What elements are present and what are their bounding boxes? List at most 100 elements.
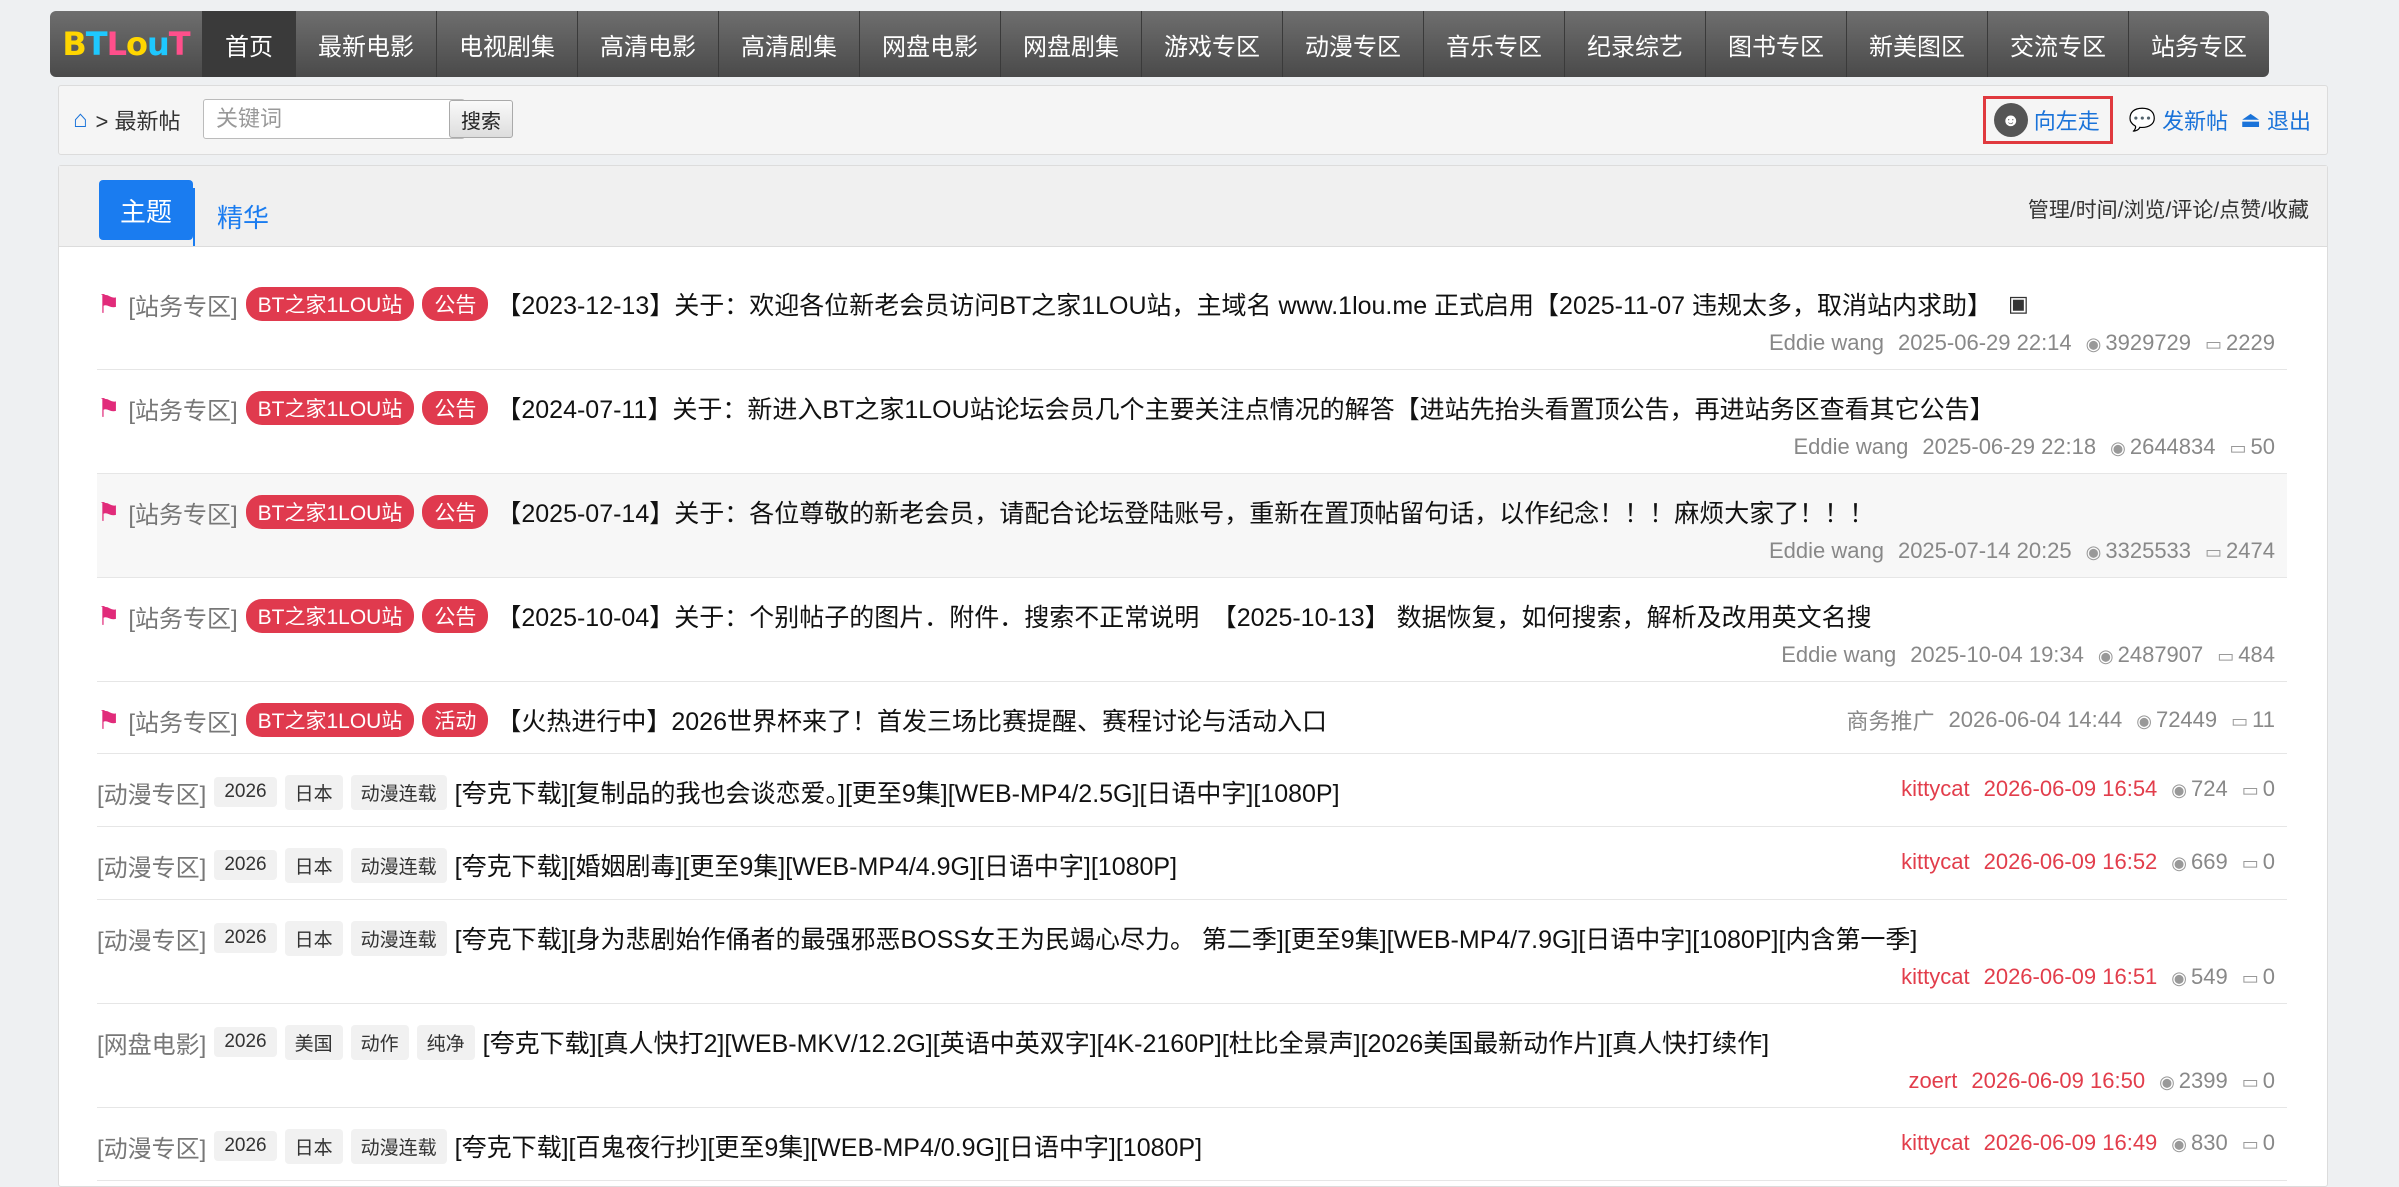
tabs-bar: 主题 精华 管理/时间/浏览/评论/点赞/收藏 — [59, 166, 2327, 247]
thread-title[interactable]: [夸克下载][复制品的我也会谈恋爱。][更至9集][WEB-MP4/2.5G][… — [455, 774, 1340, 810]
author[interactable]: Eddie wang — [1769, 538, 1884, 564]
thread-title[interactable]: [夸克下载][真人快打2][WEB-MKV/12.2G][英语中英双字][4K-… — [483, 1024, 1769, 1060]
flag-icon: ⚑ — [97, 704, 121, 735]
table-row[interactable]: ⚑ [站务专区] BT之家1LOU站 公告 【2025-07-14】关于：各位尊… — [97, 474, 2287, 578]
type-pill: 活动 — [422, 703, 489, 737]
type-pill: 公告 — [422, 599, 489, 633]
thread-meta: kittycat 2026-06-09 16:51 ◉ 549 ▭ 0 — [1901, 964, 2275, 990]
search-input[interactable] — [203, 99, 465, 139]
logout-link[interactable]: ⏏ 退出 — [2240, 104, 2311, 136]
author[interactable]: kittycat — [1901, 964, 1969, 990]
category-tag[interactable]: 动作 — [350, 1024, 409, 1060]
comment-icon: ▭ — [2241, 1134, 2259, 1154]
table-row[interactable]: [动漫专区] 2026 日本 动漫连载 [夸克下载][婚姻剧毒][更至9集][W… — [97, 827, 2287, 900]
eye-icon: ◉ — [2136, 711, 2152, 731]
new-post-link[interactable]: 💬 发新帖 — [2129, 104, 2228, 136]
category-tag[interactable]: 动漫连载 — [350, 1128, 447, 1164]
nav-anime[interactable]: 动漫专区 — [1282, 11, 1423, 77]
forum-label[interactable]: [网盘电影] — [97, 1025, 206, 1060]
category-tag[interactable]: 动漫连载 — [350, 774, 447, 810]
go-left-link[interactable]: ☻ 向左走 — [1982, 96, 2113, 144]
author[interactable]: Eddie wang — [1781, 642, 1896, 668]
nav-cloud-series[interactable]: 网盘剧集 — [1000, 11, 1141, 77]
thread-title[interactable]: 【2025-07-14】关于：各位尊敬的新老会员，请配合论坛登陆账号，重新在置顶… — [496, 494, 1874, 530]
author[interactable]: zoert — [1908, 1068, 1957, 1094]
nav-documentary[interactable]: 纪录综艺 — [1564, 11, 1705, 77]
nav-hd-series[interactable]: 高清剧集 — [718, 11, 859, 77]
tab-featured[interactable]: 精华 — [217, 198, 269, 235]
table-row[interactable]: ⚑ [站务专区] BT之家1LOU站 活动 【火热进行中】2026世界杯来了！首… — [97, 682, 2287, 754]
author[interactable]: 商务推广 — [1847, 704, 1935, 736]
nav-exchange[interactable]: 交流专区 — [1987, 11, 2128, 77]
table-row[interactable]: [动漫专区] 2026 日本 动漫连载 [夸克下载][身为悲剧始作俑者的最强邪恶… — [97, 900, 2287, 1004]
home-icon[interactable]: ⌂ — [73, 106, 88, 134]
region-tag[interactable]: 美国 — [284, 1024, 343, 1060]
region-tag[interactable]: 日本 — [284, 1128, 343, 1164]
forum-label[interactable]: [站务专区] — [128, 599, 237, 634]
year-tag[interactable]: 2026 — [214, 777, 277, 807]
year-tag[interactable]: 2026 — [214, 1131, 277, 1161]
nav-images[interactable]: 新美图区 — [1846, 11, 1987, 77]
thread-meta: Eddie wang 2025-07-14 20:25 ◉ 3325533 ▭ 24… — [1769, 538, 2275, 564]
forum-label[interactable]: [动漫专区] — [97, 1129, 206, 1164]
search-button[interactable]: 搜索 — [449, 100, 513, 138]
author[interactable]: Eddie wang — [1769, 330, 1884, 356]
region-tag[interactable]: 日本 — [284, 920, 343, 956]
thread-meta: kittycat 2026-06-09 16:49 ◉ 830 ▭ 0 — [1901, 1130, 2275, 1156]
author[interactable]: Eddie wang — [1793, 434, 1908, 460]
table-row[interactable]: [动漫专区] 2026 日本 动漫连载 [夸克下载][复制品的我也会谈恋爱。][… — [97, 754, 2287, 827]
tab-topics[interactable]: 主题 — [99, 180, 193, 240]
region-tag[interactable]: 日本 — [284, 774, 343, 810]
nav-books[interactable]: 图书专区 — [1705, 11, 1846, 77]
reply-count: 50 — [2250, 434, 2275, 459]
table-row[interactable]: [网盘电影] 2026 美国 动作 纯净 [夸克下载][真人快打2][WEB-M… — [97, 1004, 2287, 1108]
forum-label[interactable]: [动漫专区] — [97, 775, 206, 810]
quality-tag[interactable]: 纯净 — [416, 1024, 475, 1060]
toolbar-links: ☻ 向左走 💬 发新帖 ⏏ 退出 — [1982, 86, 2311, 154]
forum-label[interactable]: [动漫专区] — [97, 921, 206, 956]
table-row[interactable]: ⚑ [站务专区] BT之家1LOU站 公告 【2024-07-11】关于：新进入… — [97, 370, 2287, 474]
nav-latest-movies[interactable]: 最新电影 — [295, 11, 436, 77]
forum-label[interactable]: [站务专区] — [128, 391, 237, 426]
view-count: 549 — [2191, 964, 2228, 989]
site-logo[interactable]: BTLouT — [50, 11, 202, 77]
nav-cloud-movies[interactable]: 网盘电影 — [859, 11, 1000, 77]
thread-title[interactable]: [夸克下载][身为悲剧始作俑者的最强邪恶BOSS女王为民竭心尽力。 第二季][更… — [455, 920, 1918, 956]
thread-title[interactable]: 【2023-12-13】关于：欢迎各位新老会员访问BT之家1LOU站，主域名 w… — [496, 286, 1992, 322]
category-tag[interactable]: 动漫连载 — [350, 847, 447, 883]
table-row[interactable]: [动漫专区] 2026 日本 动漫连载 [夸克下载][百鬼夜行抄][更至9集][… — [97, 1108, 2287, 1181]
table-row[interactable]: ⚑ [站务专区] BT之家1LOU站 公告 【2023-12-13】关于：欢迎各… — [97, 266, 2287, 370]
eye-icon: ◉ — [2171, 780, 2188, 800]
nav-tv-series[interactable]: 电视剧集 — [436, 11, 577, 77]
category-tag[interactable]: 动漫连载 — [350, 920, 447, 956]
year-tag[interactable]: 2026 — [214, 850, 277, 880]
author[interactable]: kittycat — [1901, 849, 1969, 875]
flag-icon: ⚑ — [97, 288, 121, 319]
thread-title[interactable]: 【火热进行中】2026世界杯来了！首发三场比赛提醒、赛程讨论与活动入口 — [496, 702, 1327, 738]
forum-label[interactable]: [站务专区] — [128, 703, 237, 738]
region-tag[interactable]: 日本 — [284, 847, 343, 883]
nav-music[interactable]: 音乐专区 — [1423, 11, 1564, 77]
forum-label[interactable]: [站务专区] — [128, 495, 237, 530]
sort-links[interactable]: 管理/时间/浏览/评论/点赞/收藏 — [2028, 194, 2309, 224]
author[interactable]: kittycat — [1901, 776, 1969, 802]
year-tag[interactable]: 2026 — [214, 1027, 277, 1057]
thread-title[interactable]: 【2024-07-11】关于：新进入BT之家1LOU站论坛会员几个主要关注点情况… — [496, 390, 1994, 426]
thread-title[interactable]: 【2025-10-04】关于：个别帖子的图片．附件．搜索不正常说明 【2025-… — [496, 598, 1871, 634]
nav-site-affairs[interactable]: 站务专区 — [2128, 11, 2269, 77]
nav-home[interactable]: 首页 — [202, 11, 295, 77]
forum-label[interactable]: [站务专区] — [128, 287, 237, 322]
thread-title[interactable]: [夸克下载][百鬼夜行抄][更至9集][WEB-MP4/0.9G][日语中字][… — [455, 1128, 1202, 1164]
year-tag[interactable]: 2026 — [214, 923, 277, 953]
view-count: 724 — [2191, 776, 2228, 801]
table-row[interactable]: ⚑ [站务专区] BT之家1LOU站 公告 【2025-10-04】关于：个别帖… — [97, 578, 2287, 682]
author[interactable]: kittycat — [1901, 1130, 1969, 1156]
reply-count: 0 — [2262, 849, 2275, 874]
nav-games[interactable]: 游戏专区 — [1141, 11, 1282, 77]
nav-hd-movies[interactable]: 高清电影 — [577, 11, 718, 77]
post-time: 2026-06-09 16:51 — [1983, 964, 2158, 989]
thread-title[interactable]: [夸克下载][婚姻剧毒][更至9集][WEB-MP4/4.9G][日语中字][1… — [455, 847, 1177, 883]
tab-divider — [193, 188, 195, 246]
forum-label[interactable]: [动漫专区] — [97, 848, 206, 883]
view-count: 2644834 — [2129, 434, 2216, 459]
